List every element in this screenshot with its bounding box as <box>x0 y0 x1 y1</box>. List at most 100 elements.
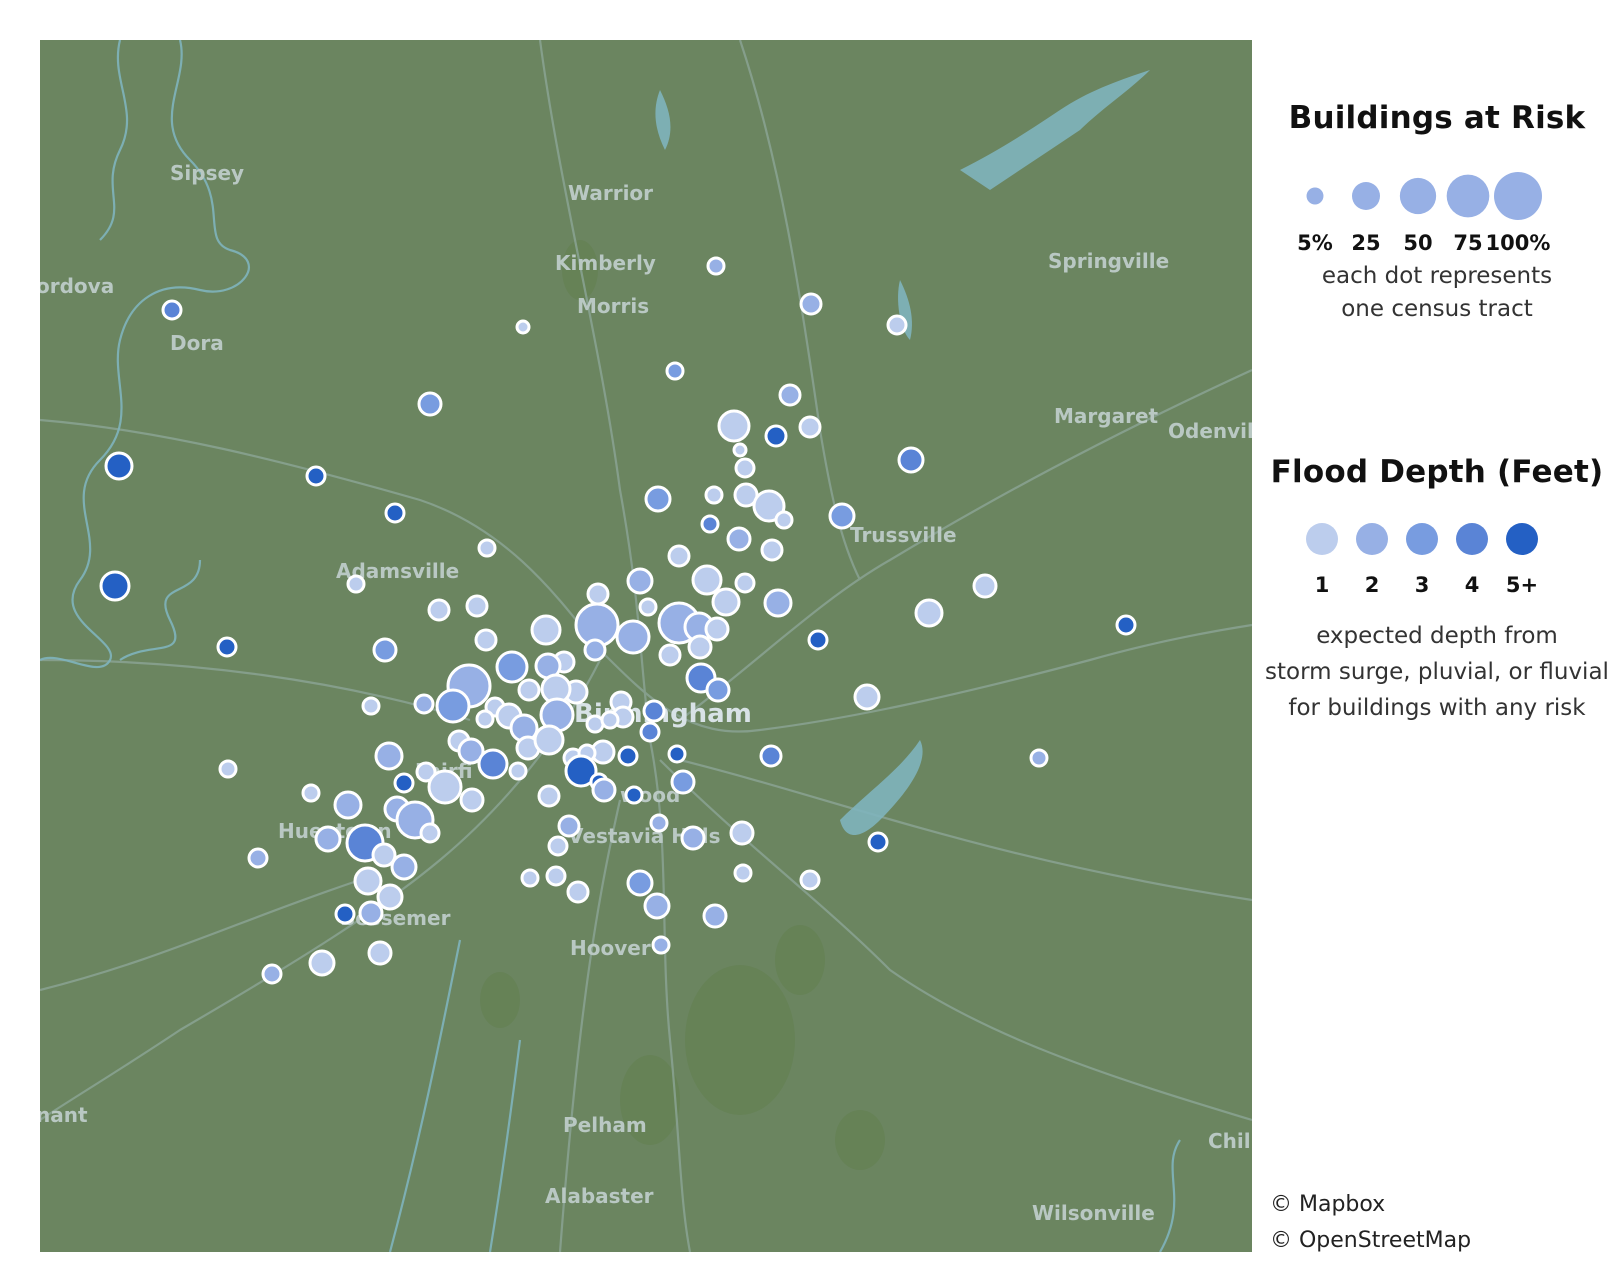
tract-dot[interactable] <box>261 963 283 985</box>
tract-dot[interactable] <box>717 409 751 443</box>
tract-dot[interactable] <box>427 769 463 805</box>
tract-dot[interactable] <box>704 485 724 505</box>
tract-dot[interactable] <box>435 688 471 724</box>
tract-dot[interactable] <box>417 391 443 417</box>
tract-dot[interactable] <box>465 594 489 618</box>
tract-dot[interactable] <box>508 761 528 781</box>
tract-dot[interactable] <box>372 637 398 663</box>
tract-dot[interactable] <box>732 442 748 458</box>
tract-dot[interactable] <box>334 903 356 925</box>
tract-dot[interactable] <box>763 588 793 618</box>
tract-dot[interactable] <box>517 678 541 702</box>
tract-dot[interactable] <box>161 299 183 321</box>
tract-dot[interactable] <box>533 724 565 756</box>
tract-dot[interactable] <box>515 319 531 335</box>
credit-mapbox[interactable]: © Mapbox <box>1270 1187 1471 1223</box>
tract-dot[interactable] <box>477 538 497 558</box>
tract-dot[interactable] <box>667 744 687 764</box>
tract-dot[interactable] <box>799 292 823 316</box>
tract-dot[interactable] <box>537 784 561 808</box>
tract-dot[interactable] <box>591 777 617 803</box>
tract-dot[interactable] <box>799 869 821 891</box>
tract-dot[interactable] <box>914 598 944 628</box>
tract-dot[interactable] <box>547 835 569 857</box>
tract-dot[interactable] <box>1029 748 1049 768</box>
tract-dot[interactable] <box>667 544 691 568</box>
tract-dot[interactable] <box>807 629 829 651</box>
tract-dot[interactable] <box>99 570 131 602</box>
tract-dot[interactable] <box>643 892 671 920</box>
tract-dot[interactable] <box>520 868 540 888</box>
tract-dot[interactable] <box>639 721 661 743</box>
tract-dot[interactable] <box>702 903 728 929</box>
tract-dot[interactable] <box>706 256 726 276</box>
tract-dot[interactable] <box>691 564 723 596</box>
tract-dot[interactable] <box>734 457 756 479</box>
tract-dot[interactable] <box>624 785 644 805</box>
tract-dot[interactable] <box>760 538 784 562</box>
tract-dot[interactable] <box>104 451 134 481</box>
tract-dot[interactable] <box>626 869 654 897</box>
tract-dot[interactable] <box>642 699 666 723</box>
tract-dot[interactable] <box>897 446 925 474</box>
tract-dot[interactable] <box>477 748 509 780</box>
tract-dot[interactable] <box>644 485 672 513</box>
tract-dot[interactable] <box>314 825 342 853</box>
tract-dot[interactable] <box>384 502 406 524</box>
tract-dot[interactable] <box>586 582 610 606</box>
tract-dot[interactable] <box>305 465 327 487</box>
tract-dot[interactable] <box>726 526 752 552</box>
tract-dot[interactable] <box>658 643 682 667</box>
tract-dot[interactable] <box>419 822 441 844</box>
tract-dot[interactable] <box>774 510 794 530</box>
tract-dot[interactable] <box>733 863 753 883</box>
tract-dot[interactable] <box>301 783 321 803</box>
tract-dot[interactable] <box>346 574 366 594</box>
tract-dot[interactable] <box>358 900 384 926</box>
tract-dot[interactable] <box>764 424 788 448</box>
tract-dot[interactable] <box>583 638 607 662</box>
tract-dot[interactable] <box>585 714 605 734</box>
tract-dot[interactable] <box>566 880 590 904</box>
credit-openstreetmap[interactable]: © OpenStreetMap <box>1270 1223 1471 1259</box>
tract-dot[interactable] <box>649 813 669 833</box>
tract-dot[interactable] <box>638 597 658 617</box>
tract-dot[interactable] <box>759 744 783 768</box>
tract-dot[interactable] <box>600 710 620 730</box>
tract-dot[interactable] <box>459 787 485 813</box>
tract-dot[interactable] <box>680 825 706 851</box>
tract-dot[interactable] <box>704 616 730 642</box>
tract-dot[interactable] <box>557 814 581 838</box>
tract-dot[interactable] <box>972 573 998 599</box>
tract-dot[interactable] <box>353 866 383 896</box>
tract-dot[interactable] <box>475 709 495 729</box>
tract-dot[interactable] <box>308 949 336 977</box>
tract-dot[interactable] <box>374 741 404 771</box>
tract-dot[interactable] <box>333 790 363 820</box>
tract-dot[interactable] <box>413 693 435 715</box>
tract-dot[interactable] <box>700 514 720 534</box>
tract-dot[interactable] <box>393 772 415 794</box>
tract-dot[interactable] <box>705 677 731 703</box>
tract-dot[interactable] <box>390 853 418 881</box>
tract-dot[interactable] <box>798 415 822 439</box>
tract-dot[interactable] <box>615 619 651 655</box>
tract-dot[interactable] <box>361 696 381 716</box>
tract-dot[interactable] <box>665 361 685 381</box>
tract-dot[interactable] <box>626 567 654 595</box>
tract-dot[interactable] <box>670 769 696 795</box>
tract-dot[interactable] <box>687 634 713 660</box>
tract-dot[interactable] <box>853 683 881 711</box>
tract-dot[interactable] <box>729 820 755 846</box>
tract-dot[interactable] <box>367 940 393 966</box>
tract-dot[interactable] <box>711 587 741 617</box>
tract-dot[interactable] <box>218 759 238 779</box>
tract-dot[interactable] <box>545 865 567 887</box>
tract-dot[interactable] <box>828 502 856 530</box>
tract-dot[interactable] <box>376 883 404 911</box>
tract-dot[interactable] <box>247 847 269 869</box>
tract-dot[interactable] <box>427 598 451 622</box>
tract-dot[interactable] <box>886 314 908 336</box>
tract-dot[interactable] <box>216 636 238 658</box>
tract-dot[interactable] <box>1115 614 1137 636</box>
